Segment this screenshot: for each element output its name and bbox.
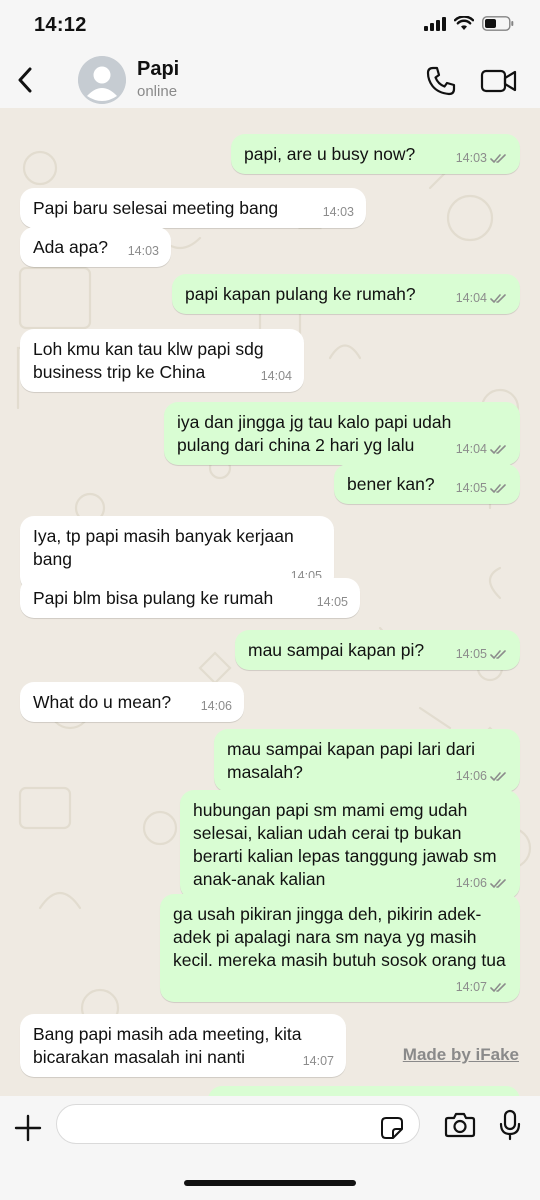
message-time: 14:05 bbox=[455, 481, 487, 495]
back-button[interactable] bbox=[10, 62, 40, 98]
read-ticks-icon bbox=[490, 293, 506, 303]
message-outgoing[interactable]: bener kan? 14:05 bbox=[334, 464, 520, 504]
message-outgoing[interactable]: papi kapan pulang ke rumah? 14:04 bbox=[172, 274, 520, 314]
voice-call-button[interactable] bbox=[424, 64, 458, 98]
message-time: 14:03 bbox=[455, 151, 487, 165]
chat-area[interactable]: papi, are u busy now? 14:03 Papi baru se… bbox=[0, 108, 540, 1096]
wifi-icon bbox=[454, 16, 474, 30]
attach-button[interactable] bbox=[14, 1114, 42, 1142]
message-text: mau sampai kapan papi lari dari masalah? bbox=[227, 739, 480, 782]
sticker-icon bbox=[381, 1117, 403, 1139]
read-ticks-icon bbox=[490, 982, 506, 992]
composer-bar bbox=[0, 1096, 540, 1200]
message-text: Papi blm bisa pulang ke rumah bbox=[33, 588, 274, 608]
video-icon bbox=[480, 69, 517, 93]
message-meta: 14:06 bbox=[456, 876, 508, 890]
message-incoming[interactable]: What do u mean? 14:06 bbox=[20, 682, 244, 722]
message-text: What do u mean? bbox=[33, 692, 172, 712]
message-incoming[interactable]: Bang papi masih ada meeting, kita bicara… bbox=[20, 1014, 346, 1077]
sticker-button[interactable] bbox=[380, 1116, 404, 1140]
message-text: mau sampai kapan pi? bbox=[248, 640, 425, 660]
message-text: Bang papi masih ada meeting, kita bicara… bbox=[33, 1024, 307, 1067]
message-text: iya dan jingga jg tau kalo papi udah pul… bbox=[177, 412, 457, 455]
message-time: 14:06 bbox=[455, 876, 487, 890]
avatar-icon bbox=[78, 56, 126, 104]
message-outgoing[interactable]: iya dan jingga jg tau kalo papi udah pul… bbox=[164, 402, 520, 465]
message-time: 14:07 bbox=[302, 1054, 334, 1068]
avatar[interactable] bbox=[78, 56, 126, 104]
status-time: 14:12 bbox=[34, 14, 87, 36]
message-time: 14:04 bbox=[260, 369, 292, 383]
message-meta: 14:04 bbox=[456, 291, 508, 305]
back-icon bbox=[18, 67, 32, 93]
chat-header: Papi online bbox=[0, 52, 540, 108]
message-meta: 14:07 bbox=[456, 980, 508, 994]
message-text: papi kapan pulang ke rumah? bbox=[185, 284, 416, 304]
message-text: ga usah pikiran jingga deh, pikirin adek… bbox=[173, 904, 506, 970]
microphone-button[interactable] bbox=[498, 1109, 522, 1141]
message-text: Papi baru selesai meeting bang bbox=[33, 198, 279, 218]
message-time: 14:07 bbox=[455, 980, 487, 994]
home-indicator bbox=[184, 1180, 356, 1186]
message-outgoing[interactable]: mau sampai kapan pi? 14:05 bbox=[235, 630, 520, 670]
video-call-button[interactable] bbox=[480, 64, 518, 98]
message-outgoing[interactable]: papi, are u busy now? 14:03 bbox=[231, 134, 520, 174]
message-outgoing[interactable]: hubungan papi sm mami emg udah selesai, … bbox=[180, 790, 520, 899]
read-ticks-icon bbox=[490, 444, 506, 454]
message-outgoing[interactable]: ga usah pikiran jingga deh, pikirin adek… bbox=[160, 894, 520, 1002]
message-meta: 14:05 bbox=[317, 595, 348, 609]
message-time: 14:06 bbox=[200, 699, 232, 713]
read-ticks-icon bbox=[490, 771, 506, 781]
status-bar: 14:12 bbox=[0, 0, 540, 52]
contact-name[interactable]: Papi bbox=[137, 58, 179, 81]
message-time: 14:05 bbox=[455, 647, 487, 661]
message-text: Ada apa? bbox=[33, 237, 108, 257]
camera-icon bbox=[444, 1112, 476, 1138]
message-meta: 14:05 bbox=[456, 481, 508, 495]
status-icons bbox=[424, 16, 514, 31]
message-meta: 14:07 bbox=[303, 1054, 334, 1068]
message-text: bener kan? bbox=[347, 474, 435, 494]
read-ticks-icon bbox=[490, 483, 506, 493]
message-meta: 14:05 bbox=[456, 647, 508, 661]
message-incoming[interactable]: Ada apa? 14:03 bbox=[20, 227, 171, 267]
message-input[interactable] bbox=[56, 1104, 420, 1144]
plus-icon bbox=[14, 1114, 42, 1142]
watermark: Made by iFake bbox=[402, 1045, 519, 1064]
mic-icon bbox=[499, 1109, 521, 1141]
message-meta: 14:04 bbox=[456, 442, 508, 456]
message-text: papi, are u busy now? bbox=[244, 144, 416, 164]
message-outgoing-partial[interactable] bbox=[208, 1086, 520, 1096]
message-outgoing[interactable]: mau sampai kapan papi lari dari masalah?… bbox=[214, 729, 520, 792]
message-time: 14:06 bbox=[455, 769, 487, 783]
message-meta: 14:03 bbox=[323, 205, 354, 219]
message-incoming[interactable]: Papi baru selesai meeting bang 14:03 bbox=[20, 188, 366, 228]
message-text: Iya, tp papi masih banyak kerjaan bang bbox=[33, 526, 299, 569]
message-text: Loh kmu kan tau klw papi sdg business tr… bbox=[33, 339, 269, 382]
message-incoming[interactable]: Loh kmu kan tau klw papi sdg business tr… bbox=[20, 329, 304, 392]
message-incoming[interactable]: Papi blm bisa pulang ke rumah 14:05 bbox=[20, 578, 360, 618]
message-meta: 14:04 bbox=[261, 369, 292, 383]
message-meta: 14:06 bbox=[201, 699, 232, 713]
read-ticks-icon bbox=[490, 649, 506, 659]
message-time: 14:04 bbox=[455, 442, 487, 456]
message-time: 14:03 bbox=[322, 205, 354, 219]
message-meta: 14:03 bbox=[456, 151, 508, 165]
signal-icon bbox=[424, 16, 446, 31]
message-meta: 14:06 bbox=[456, 769, 508, 783]
message-time: 14:04 bbox=[455, 291, 487, 305]
camera-button[interactable] bbox=[444, 1111, 476, 1139]
read-ticks-icon bbox=[490, 878, 506, 888]
message-meta: 14:03 bbox=[128, 244, 159, 258]
contact-status: online bbox=[137, 83, 178, 100]
phone-icon bbox=[426, 66, 456, 96]
battery-icon bbox=[482, 16, 514, 31]
message-time: 14:05 bbox=[316, 595, 348, 609]
read-ticks-icon bbox=[490, 153, 506, 163]
message-time: 14:03 bbox=[127, 244, 159, 258]
